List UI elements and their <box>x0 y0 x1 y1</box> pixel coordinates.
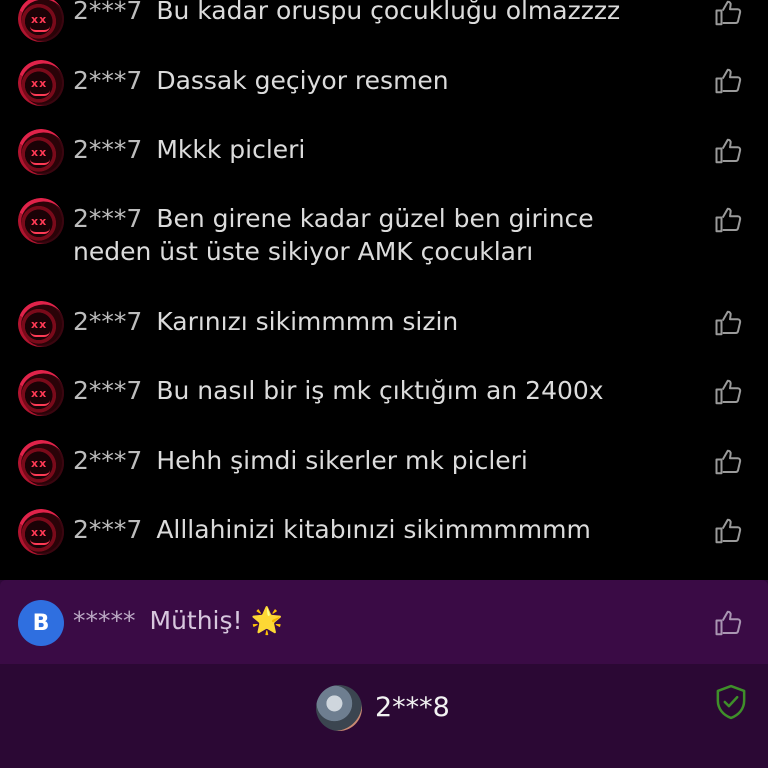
message-text: 2***7 Hehh şimdi sikerler mk picleri <box>73 444 673 477</box>
message-username: 2***7 <box>73 0 143 25</box>
message-text: 2***7 Bu kadar oruspu çocukluğu olmazzzz <box>73 0 673 27</box>
thumbs-up-icon[interactable] <box>714 205 744 235</box>
message-body: Dassak geçiyor resmen <box>156 66 449 95</box>
verified-shield-check-icon[interactable] <box>714 684 748 720</box>
thumbs-up-icon[interactable] <box>714 66 744 96</box>
user-avatar[interactable]: xx <box>18 129 64 175</box>
thumbs-up-icon[interactable] <box>714 608 744 638</box>
user-avatar[interactable]: xx <box>18 0 64 42</box>
chat-list: xx 2***7 Bu kadar oruspu çocukluğu olmazz… <box>0 0 768 580</box>
message-username: 2***7 <box>73 66 143 95</box>
current-user-name: 2***8 <box>375 692 450 723</box>
message-body: Bu kadar oruspu çocukluğu olmazzzz <box>156 0 621 25</box>
message-username: 2***7 <box>73 307 143 336</box>
message-body: Karınızı sikimmmm sizin <box>156 307 459 336</box>
message-username: 2***7 <box>73 515 143 544</box>
user-avatar[interactable]: B <box>18 600 64 646</box>
message-text: ***** Müthiş! 🌟 <box>73 604 283 638</box>
message-body: Hehh şimdi sikerler mk picleri <box>156 446 528 475</box>
thumbs-up-icon[interactable] <box>714 308 744 338</box>
thumbs-up-icon[interactable] <box>714 516 744 546</box>
user-avatar[interactable]: xx <box>18 509 64 555</box>
message-username: 2***7 <box>73 446 143 475</box>
bottom-panel: B ***** Müthiş! 🌟 2***8 <box>0 580 768 768</box>
thumbs-up-icon[interactable] <box>714 0 744 28</box>
message-username: 2***7 <box>73 376 143 405</box>
message-username: 2***7 <box>73 204 143 233</box>
message-text: 2***7 Dassak geçiyor resmen <box>73 64 673 97</box>
message-text: 2***7 Bu nasıl bir iş mk çıktığım an 2400… <box>73 374 673 407</box>
thumbs-up-icon[interactable] <box>714 377 744 407</box>
thumbs-up-icon[interactable] <box>714 447 744 477</box>
thumbs-up-icon[interactable] <box>714 136 744 166</box>
user-avatar[interactable]: xx <box>18 370 64 416</box>
user-avatar[interactable]: xx <box>18 60 64 106</box>
user-avatar[interactable]: xx <box>18 440 64 486</box>
message-text: 2***7 Karınızı sikimmmm sizin <box>73 305 673 338</box>
star-emoji-icon: 🌟 <box>250 606 283 636</box>
user-avatar[interactable]: xx <box>18 198 64 244</box>
current-user-bar: 2***8 <box>0 664 768 768</box>
message-text: 2***7 Alllahinizi kitabınızi sikimmmmmm <box>73 513 673 546</box>
message-body: Mkkk picleri <box>156 135 306 164</box>
highlighted-message: B ***** Müthiş! 🌟 <box>0 580 768 664</box>
current-user-avatar[interactable] <box>316 685 362 731</box>
message-username: ***** <box>73 606 136 635</box>
message-text: 2***7 Mkkk picleri <box>73 133 673 166</box>
message-body: Müthiş! <box>149 606 243 635</box>
message-username: 2***7 <box>73 135 143 164</box>
message-body: Ben girene kadar güzel ben girince neden… <box>73 204 594 266</box>
user-avatar[interactable]: xx <box>18 301 64 347</box>
message-body: Bu nasıl bir iş mk çıktığım an 2400x <box>156 376 604 405</box>
message-body: Alllahinizi kitabınızi sikimmmmmm <box>156 515 591 544</box>
message-text: 2***7 Ben girene kadar güzel ben girince … <box>73 202 673 268</box>
